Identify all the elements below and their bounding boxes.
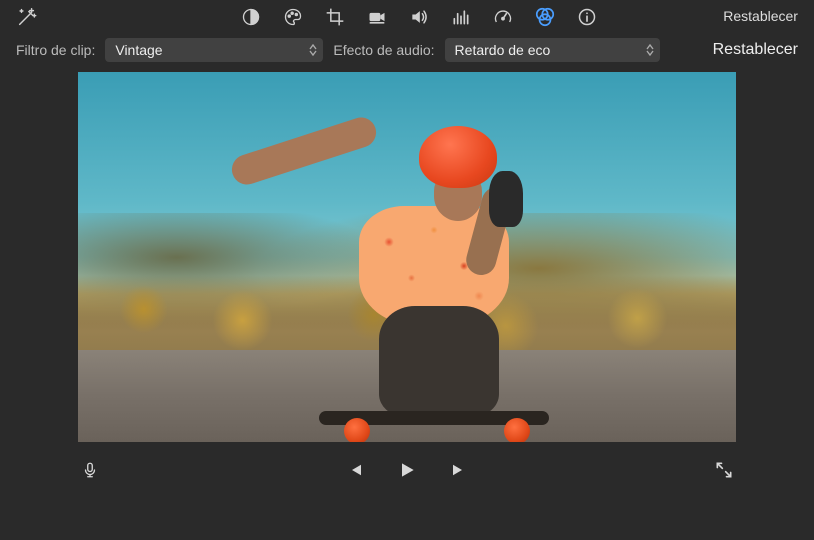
controls-left-group bbox=[78, 458, 102, 482]
play-icon[interactable] bbox=[395, 458, 419, 482]
preview-container bbox=[0, 72, 814, 442]
fullscreen-icon[interactable] bbox=[712, 458, 736, 482]
crop-icon[interactable] bbox=[324, 6, 346, 28]
reset-button-top[interactable]: Restablecer bbox=[723, 8, 798, 24]
filter-icon[interactable] bbox=[534, 6, 556, 28]
preview-scene-skater bbox=[289, 116, 549, 426]
camera-icon[interactable] bbox=[366, 6, 388, 28]
clip-filter-label: Filtro de clip: bbox=[16, 42, 95, 58]
clip-filter-select[interactable]: Vintage bbox=[105, 38, 323, 62]
reset-button-filters[interactable]: Restablecer bbox=[713, 41, 798, 59]
palette-icon[interactable] bbox=[282, 6, 304, 28]
chevron-updown-icon bbox=[309, 44, 317, 56]
equalizer-icon[interactable] bbox=[450, 6, 472, 28]
speedometer-icon[interactable] bbox=[492, 6, 514, 28]
toolbar-left-group bbox=[16, 6, 38, 28]
toolbar-center-group bbox=[100, 6, 598, 28]
skip-forward-icon[interactable] bbox=[447, 458, 471, 482]
contrast-icon[interactable] bbox=[240, 6, 262, 28]
filter-controls-row: Filtro de clip: Vintage Efecto de audio:… bbox=[0, 32, 814, 72]
info-icon[interactable] bbox=[576, 6, 598, 28]
skip-back-icon[interactable] bbox=[343, 458, 367, 482]
controls-right-group bbox=[712, 458, 736, 482]
audio-effect-label: Efecto de audio: bbox=[333, 42, 434, 58]
audio-effect-select[interactable]: Retardo de eco bbox=[445, 38, 660, 62]
adjust-toolbar: Restablecer bbox=[0, 0, 814, 32]
audio-effect-value: Retardo de eco bbox=[455, 42, 551, 58]
video-preview[interactable] bbox=[78, 72, 736, 442]
magic-wand-icon[interactable] bbox=[16, 6, 38, 28]
chevron-updown-icon bbox=[646, 44, 654, 56]
controls-center-group bbox=[343, 458, 471, 482]
clip-filter-value: Vintage bbox=[115, 42, 162, 58]
playback-controls bbox=[0, 442, 814, 482]
volume-icon[interactable] bbox=[408, 6, 430, 28]
microphone-icon[interactable] bbox=[78, 458, 102, 482]
toolbar-right-group: Restablecer bbox=[723, 8, 798, 26]
